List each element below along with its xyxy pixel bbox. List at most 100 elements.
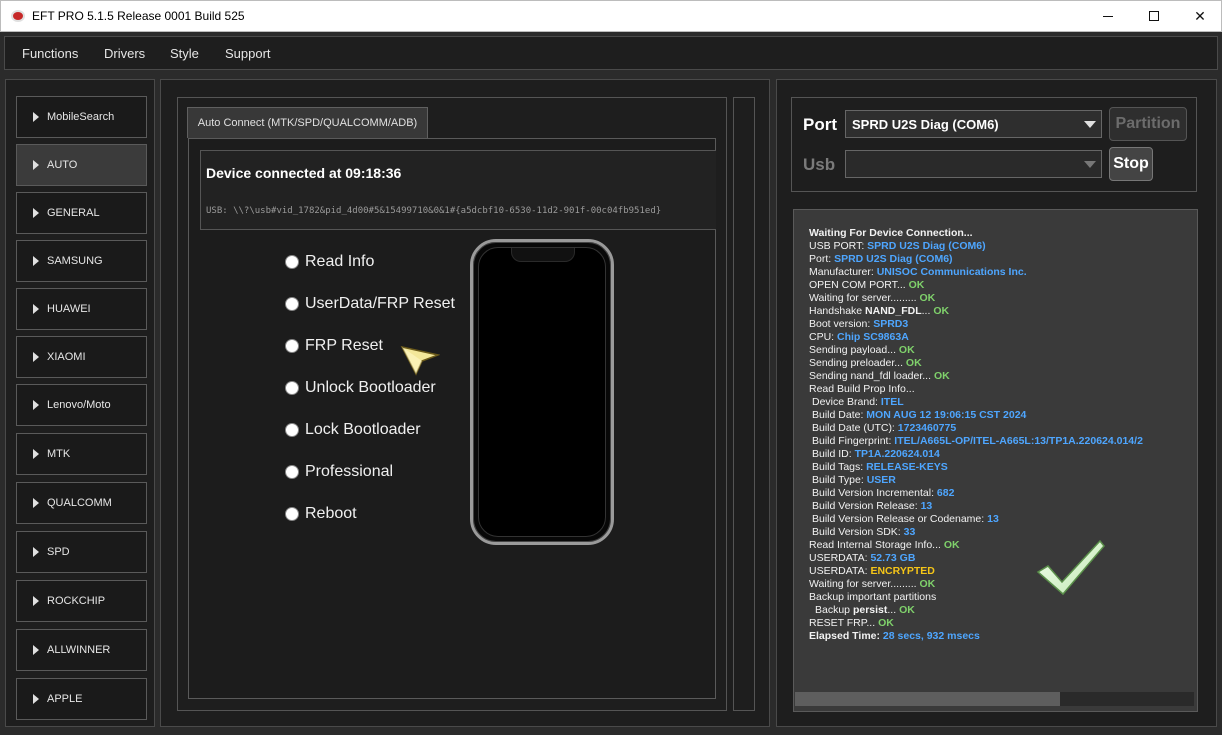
log-text: Boot version: bbox=[809, 318, 874, 330]
log-text: Read Build Prop Info... bbox=[809, 383, 915, 395]
log-text: OK bbox=[943, 539, 960, 551]
radio-button[interactable] bbox=[285, 465, 299, 479]
log-line: Read Build Prop Info... bbox=[809, 383, 1197, 396]
minimize-button[interactable] bbox=[1085, 1, 1131, 31]
log-text: OK bbox=[898, 344, 915, 356]
log-line: Build Type: USER bbox=[809, 474, 1197, 487]
sidebar-item-general[interactable]: GENERAL bbox=[16, 192, 147, 234]
maximize-button[interactable] bbox=[1131, 1, 1177, 31]
stop-button[interactable]: Stop bbox=[1109, 147, 1153, 181]
sidebar-item-label: AUTO bbox=[47, 159, 78, 171]
sidebar-item-label: ROCKCHIP bbox=[47, 595, 106, 607]
device-status-text: Device connected at 09:18:36 bbox=[206, 165, 402, 181]
menu-drivers[interactable]: Drivers bbox=[104, 46, 145, 61]
log-text: SPRD U2S Diag (COM6) bbox=[834, 253, 953, 265]
option-professional[interactable]: Professional bbox=[285, 463, 393, 481]
log-line: Build Date (UTC): 1723460775 bbox=[809, 422, 1197, 435]
log-line: Backup persist... OK bbox=[809, 604, 1197, 617]
log-line: Elapsed Time: 28 secs, 932 msecs bbox=[809, 630, 1197, 643]
log-line: Boot version: SPRD3 bbox=[809, 318, 1197, 331]
option-unlock-bootloader[interactable]: Unlock Bootloader bbox=[285, 379, 436, 397]
sidebar-item-label: APPLE bbox=[47, 693, 83, 705]
close-icon: ✕ bbox=[1194, 7, 1206, 24]
sidebar-item-apple[interactable]: APPLE bbox=[16, 678, 147, 720]
log-line: Waiting for server......... OK bbox=[809, 292, 1197, 305]
sidebar-item-spd[interactable]: SPD bbox=[16, 531, 147, 573]
menu-support[interactable]: Support bbox=[225, 46, 271, 61]
log-line: USERDATA: ENCRYPTED bbox=[809, 565, 1197, 578]
sidebar-item-samsung[interactable]: SAMSUNG bbox=[16, 240, 147, 282]
chevron-down-icon[interactable] bbox=[1079, 151, 1101, 177]
radio-button[interactable] bbox=[285, 255, 299, 269]
option-frp-reset[interactable]: FRP Reset bbox=[285, 337, 383, 355]
log-line: Sending payload... OK bbox=[809, 344, 1197, 357]
radio-button[interactable] bbox=[285, 381, 299, 395]
sidebar-item-mtk[interactable]: MTK bbox=[16, 433, 147, 475]
chevron-down-icon[interactable] bbox=[1079, 111, 1101, 137]
log-line: Build Version Release: 13 bbox=[809, 500, 1197, 513]
option-label: UserData/FRP Reset bbox=[305, 295, 455, 312]
log-text: Build Version Release or Codename: bbox=[812, 513, 988, 525]
sidebar-item-xiaomi[interactable]: XIAOMI bbox=[16, 336, 147, 378]
tab-auto-connect[interactable]: Auto Connect (MTK/SPD/QUALCOMM/ADB) bbox=[187, 107, 428, 138]
log-lines: Waiting For Device Connection... USB PORT… bbox=[809, 227, 1197, 643]
usb-select[interactable] bbox=[845, 150, 1102, 178]
log-text: Build ID: bbox=[812, 448, 855, 460]
partition-button[interactable]: Partition bbox=[1109, 107, 1187, 141]
phone-image bbox=[470, 239, 614, 545]
log-text: UNISOC Communications Inc. bbox=[876, 266, 1027, 278]
log-text: persist bbox=[852, 604, 888, 616]
sidebar-item-auto[interactable]: AUTO bbox=[16, 144, 147, 186]
log-text: 682 bbox=[936, 487, 955, 499]
radio-button[interactable] bbox=[285, 339, 299, 353]
triangle-right-icon bbox=[33, 352, 39, 362]
sidebar-item-qualcomm[interactable]: QUALCOMM bbox=[16, 482, 147, 524]
option-label: Reboot bbox=[305, 505, 357, 522]
log-text: Waiting For Device Connection... bbox=[809, 227, 973, 239]
log-line: Read Internal Storage Info... OK bbox=[809, 539, 1197, 552]
app-logo-icon bbox=[11, 10, 25, 22]
log-text: Sending payload... bbox=[809, 344, 899, 356]
option-reboot[interactable]: Reboot bbox=[285, 505, 357, 523]
port-select[interactable]: SPRD U2S Diag (COM6) bbox=[845, 110, 1102, 138]
triangle-right-icon bbox=[33, 400, 39, 410]
minimize-icon bbox=[1103, 15, 1113, 17]
horizontal-scrollbar[interactable] bbox=[795, 692, 1194, 706]
log-line: USERDATA: 52.73 GB bbox=[809, 552, 1197, 565]
sidebar-item-allwinner[interactable]: ALLWINNER bbox=[16, 629, 147, 671]
log-text: Sending nand_fdl loader... bbox=[809, 370, 934, 382]
log-text: Elapsed Time: bbox=[809, 630, 883, 642]
log-line: Port: SPRD U2S Diag (COM6) bbox=[809, 253, 1197, 266]
log-text: 1723460775 bbox=[897, 422, 957, 434]
sidebar-item-lenovo-moto[interactable]: Lenovo/Moto bbox=[16, 384, 147, 426]
log-text: MON AUG 12 19:06:15 CST 2024 bbox=[866, 409, 1027, 421]
title-bar: EFT PRO 5.1.5 Release 0001 Build 525 ✕ bbox=[0, 0, 1222, 32]
radio-button[interactable] bbox=[285, 507, 299, 521]
radio-button[interactable] bbox=[285, 423, 299, 437]
sidebar-item-label: QUALCOMM bbox=[47, 497, 112, 509]
menu-style[interactable]: Style bbox=[170, 46, 199, 61]
sidebar-item-rockchip[interactable]: ROCKCHIP bbox=[16, 580, 147, 622]
triangle-right-icon bbox=[33, 645, 39, 655]
sidebar-item-mobilesearch[interactable]: MobileSearch bbox=[16, 96, 147, 138]
scrollbar-thumb[interactable] bbox=[795, 692, 1060, 706]
option-read-info[interactable]: Read Info bbox=[285, 253, 374, 271]
option-userdata-frp-reset[interactable]: UserData/FRP Reset bbox=[285, 295, 455, 313]
log-line: USB PORT: SPRD U2S Diag (COM6) bbox=[809, 240, 1197, 253]
option-lock-bootloader[interactable]: Lock Bootloader bbox=[285, 421, 421, 439]
port-select-value: SPRD U2S Diag (COM6) bbox=[852, 116, 999, 132]
close-button[interactable]: ✕ bbox=[1177, 1, 1222, 31]
sidebar: MobileSearch AUTO GENERAL SAMSUNG HUAWEI… bbox=[5, 79, 155, 727]
option-label: Read Info bbox=[305, 253, 375, 270]
log-line: OPEN COM PORT... OK bbox=[809, 279, 1197, 292]
menu-functions[interactable]: Functions bbox=[22, 46, 78, 61]
sidebar-item-huawei[interactable]: HUAWEI bbox=[16, 288, 147, 330]
log-text: Backup bbox=[815, 604, 853, 616]
usb-label: Usb bbox=[803, 155, 836, 174]
log-text: USER bbox=[866, 474, 896, 486]
radio-button[interactable] bbox=[285, 297, 299, 311]
triangle-right-icon bbox=[33, 256, 39, 266]
vertical-scrollbar[interactable] bbox=[733, 97, 755, 711]
log-text: 33 bbox=[903, 526, 916, 538]
log-line: Build Date: MON AUG 12 19:06:15 CST 2024 bbox=[809, 409, 1197, 422]
